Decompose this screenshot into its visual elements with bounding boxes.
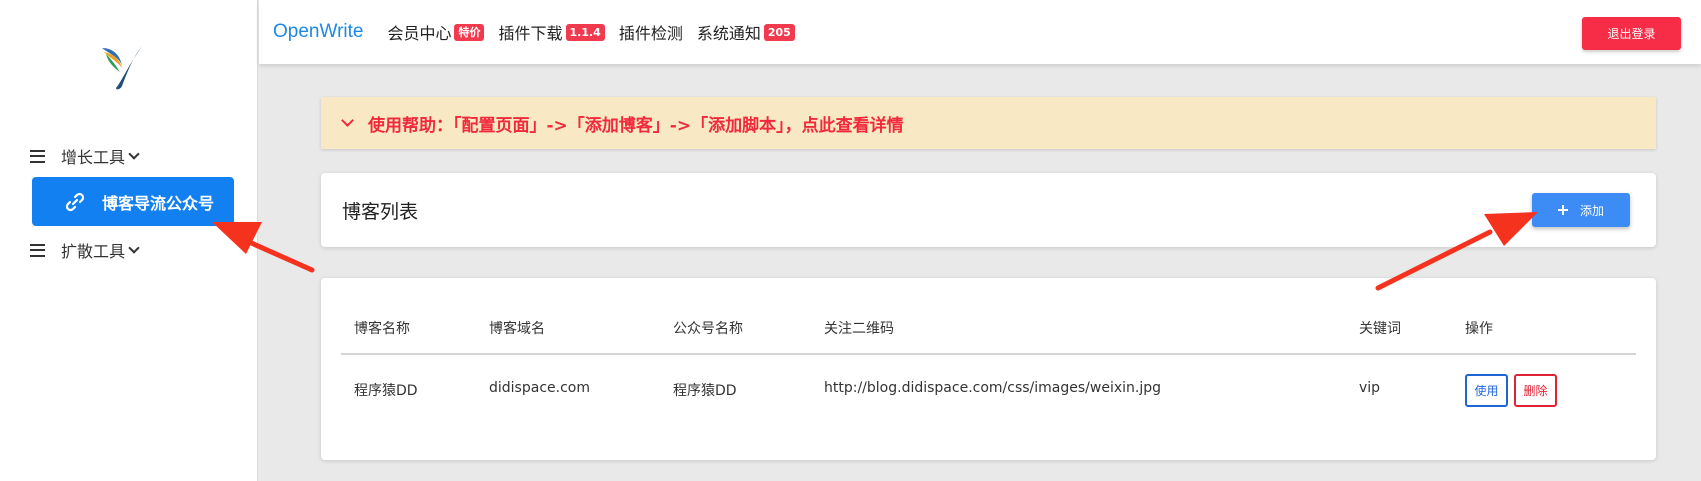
menu-icon — [30, 149, 45, 163]
blog-list-card: 博客列表 添加 — [321, 173, 1656, 247]
logout-button[interactable]: 退出登录 — [1582, 17, 1681, 50]
table-header-blog-name: 博客名称 — [354, 321, 410, 337]
table-header-qrcode: 关注二维码 — [824, 321, 894, 337]
chevron-down-icon — [128, 147, 140, 160]
table-header-blog-domain: 博客域名 — [489, 321, 545, 337]
chevron-down-icon — [341, 114, 354, 127]
table-header-account-name: 公众号名称 — [673, 321, 743, 337]
add-blog-button[interactable]: 添加 — [1532, 193, 1630, 227]
nav-label: 会员中心 — [387, 24, 452, 43]
page-title: 博客列表 — [342, 201, 419, 223]
blog-table: 博客名称 博客域名 公众号名称 关注二维码 关键词 操作 程序猿DD didis… — [321, 278, 1656, 460]
cell-qrcode-url: http://blog.didispace.com/css/images/wei… — [824, 380, 1161, 396]
use-button[interactable]: 使用 — [1465, 374, 1508, 407]
nav-badge: 1.1.4 — [565, 23, 605, 41]
table-divider — [341, 353, 1636, 355]
sidebar-group-growth-tools[interactable]: 增长工具 — [30, 144, 140, 168]
menu-icon — [30, 243, 45, 257]
sidebar: 增长工具 博客导流公众号 扩散工具 — [0, 0, 258, 481]
sidebar-item-blog-to-wechat[interactable]: 博客导流公众号 — [32, 177, 234, 226]
sidebar-item-label: 博客导流公众号 — [102, 193, 215, 213]
delete-button[interactable]: 删除 — [1514, 374, 1557, 407]
brand-title[interactable]: OpenWrite — [273, 21, 363, 43]
nav-plugin-check[interactable]: 插件检测 — [619, 20, 683, 44]
sidebar-group-label: 扩散工具 — [61, 242, 126, 261]
top-navbar: OpenWrite 会员中心 特价 插件下载 1.1.4 插件检测 系统通知 2… — [259, 0, 1701, 64]
nav-label: 插件检测 — [618, 24, 683, 43]
nav-plugin-download[interactable]: 插件下载 1.1.4 — [498, 20, 605, 44]
help-text: 使用帮助：「配置页面」->「添加博客」->「添加脚本」，点此查看详情 — [368, 115, 904, 136]
table-header-actions: 操作 — [1465, 321, 1493, 337]
add-button-label: 添加 — [1579, 203, 1604, 218]
cell-keyword: vip — [1359, 380, 1381, 396]
chevron-down-icon — [128, 241, 140, 254]
table-header-keyword: 关键词 — [1359, 321, 1401, 337]
link-icon — [65, 192, 85, 211]
plus-icon — [1557, 205, 1568, 215]
cell-blog-domain: didispace.com — [489, 380, 590, 396]
nav-badge: 205 — [763, 23, 795, 41]
cell-account-name: 程序猿DD — [673, 383, 737, 399]
nav-label: 系统通知 — [696, 24, 761, 43]
sidebar-group-spread-tools[interactable]: 扩散工具 — [30, 238, 140, 262]
nav-member-center[interactable]: 会员中心 特价 — [387, 20, 485, 44]
sidebar-group-label: 增长工具 — [61, 148, 126, 167]
nav-badge: 特价 — [454, 23, 485, 41]
nav-label: 插件下载 — [498, 24, 563, 43]
nav-system-notice[interactable]: 系统通知 205 — [697, 20, 795, 44]
openwrite-logo — [102, 46, 142, 90]
help-banner[interactable]: 使用帮助：「配置页面」->「添加博客」->「添加脚本」，点此查看详情 — [321, 97, 1656, 149]
cell-blog-name: 程序猿DD — [354, 383, 418, 399]
